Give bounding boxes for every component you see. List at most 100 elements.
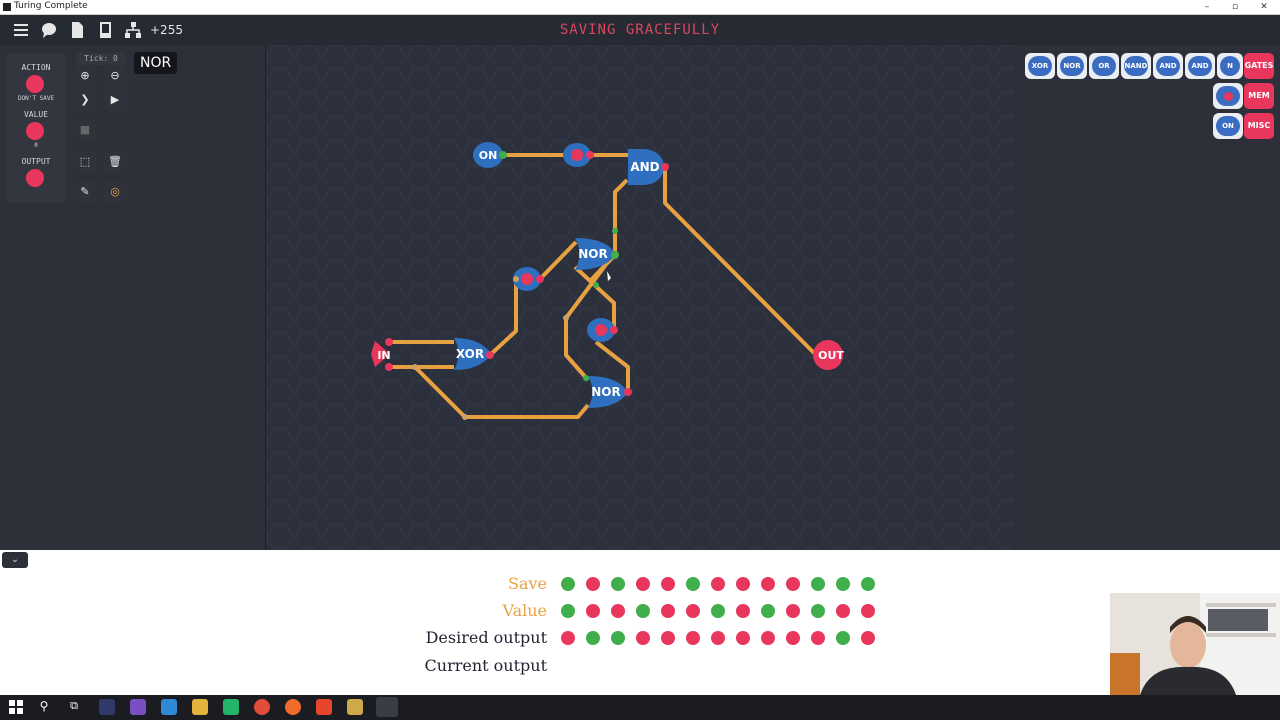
bit-indicator (761, 577, 775, 591)
bit-indicator (611, 604, 625, 618)
component-and[interactable]: AND (1153, 53, 1183, 79)
firefox-icon[interactable] (285, 699, 301, 715)
bit-indicator (761, 631, 775, 645)
component-nor[interactable]: NOR (1057, 53, 1087, 79)
zoom-in-icon[interactable]: ⊕ (74, 65, 96, 87)
component-nand[interactable]: NAND (1121, 53, 1151, 79)
bit-indicator (636, 604, 650, 618)
bit-indicator (561, 631, 575, 645)
webcam-overlay (1110, 593, 1280, 695)
bit-indicator (661, 631, 675, 645)
component-panel: XOR NOR OR NAND AND AND N GATES MEM ON M… (1015, 45, 1280, 550)
play-icon[interactable]: ▶ (104, 89, 126, 111)
circuit-board[interactable]: ON AND NOR XOR NOR IN OUT (266, 45, 1014, 550)
bit-indicator (636, 631, 650, 645)
bit-indicator (611, 631, 625, 645)
select-icon[interactable]: ⬚ (74, 151, 96, 173)
action-indicator (26, 75, 44, 93)
visual-studio-icon[interactable] (130, 699, 146, 715)
bit-indicator (686, 604, 700, 618)
bit-indicator (661, 577, 675, 591)
component-or[interactable]: OR (1089, 53, 1119, 79)
bit-indicator (686, 631, 700, 645)
row-label-save: Save (507, 574, 547, 593)
category-gates[interactable]: GATES (1244, 53, 1274, 79)
top-toolbar: +255 SAVING GRACEFULLY (0, 15, 1280, 45)
taskbar: ⚲ ⧉ (0, 695, 1280, 720)
bit-indicator (811, 577, 825, 591)
window-titlebar: Turing Complete – ▫ ✕ (0, 0, 1280, 15)
value-indicator (26, 122, 44, 140)
trash-icon[interactable]: 🗑 (104, 151, 126, 173)
bit-indicator (711, 604, 725, 618)
search-icon[interactable]: ⚲ (36, 699, 52, 715)
bit-indicator (636, 577, 650, 591)
step-icon[interactable]: ❯ (74, 89, 96, 111)
component-and3[interactable]: AND (1185, 53, 1215, 79)
bit-indicator (611, 577, 625, 591)
tick-counter: Tick: 0 (76, 53, 126, 65)
component-not[interactable]: N (1217, 53, 1243, 79)
chevron-down-icon[interactable]: ⌄ (2, 552, 28, 568)
left-panel: ACTION DON'T SAVE VALUE 0 OUTPUT Tick: 0… (0, 45, 266, 550)
component-on[interactable]: ON (1213, 113, 1243, 139)
action-label: ACTION (21, 63, 51, 72)
file-explorer-icon[interactable] (192, 699, 208, 715)
task-view-icon[interactable]: ⧉ (66, 699, 82, 715)
brave-icon[interactable] (316, 699, 332, 715)
bit-indicator (836, 631, 850, 645)
component-memory[interactable] (1213, 83, 1243, 109)
maximize-icon[interactable]: ▫ (1220, 0, 1250, 14)
bit-indicator (561, 577, 575, 591)
on-label: ON (479, 149, 498, 162)
chrome-icon[interactable] (254, 699, 270, 715)
hover-tooltip: NOR (134, 52, 178, 74)
bit-indicator (661, 604, 675, 618)
row-label-current: Current output (424, 656, 547, 675)
category-misc[interactable]: MISC (1244, 113, 1274, 139)
bit-indicator (786, 631, 800, 645)
zoom-out-icon[interactable]: ⊖ (104, 65, 126, 87)
bit-indicator (561, 604, 575, 618)
bit-indicator (811, 631, 825, 645)
bit-indicator (736, 604, 750, 618)
output-label: OUTPUT (21, 157, 51, 166)
io-box: ACTION DON'T SAVE VALUE 0 OUTPUT (6, 53, 66, 203)
category-mem[interactable]: MEM (1244, 83, 1274, 109)
bit-indicator (686, 577, 700, 591)
component-xor[interactable]: XOR (1025, 53, 1055, 79)
in-label: IN (377, 349, 390, 362)
windows-start-icon[interactable] (8, 699, 24, 715)
value-sub: 0 (34, 142, 38, 149)
bit-indicator (786, 604, 800, 618)
close-icon[interactable]: ✕ (1249, 0, 1279, 14)
out-label: OUT (818, 349, 844, 362)
test-table-panel: ⌄ Save Value Desired output Current outp… (0, 550, 1280, 695)
app-icon-2[interactable] (347, 699, 363, 715)
vscode-icon[interactable] (161, 699, 177, 715)
row-label-value: Value (502, 601, 547, 620)
bit-indicator (586, 577, 600, 591)
turing-complete-taskbar-icon[interactable] (376, 697, 398, 717)
bit-indicator (836, 604, 850, 618)
bit-indicator (836, 577, 850, 591)
bit-indicator (861, 604, 875, 618)
bit-indicator (711, 577, 725, 591)
nor-label: NOR (591, 385, 620, 399)
bit-indicator (736, 577, 750, 591)
circuit-canvas[interactable]: ON AND NOR XOR NOR IN OUT (266, 45, 1014, 550)
minimize-icon[interactable]: – (1192, 0, 1222, 14)
color-wheel-icon[interactable]: ◎ (104, 181, 126, 203)
action-sub: DON'T SAVE (17, 95, 55, 102)
pycharm-icon[interactable] (223, 699, 239, 715)
level-title: SAVING GRACEFULLY (559, 22, 721, 38)
window-title: Turing Complete (14, 1, 88, 11)
bit-indicator (761, 604, 775, 618)
and-label: AND (630, 160, 659, 174)
app-icon-1[interactable] (99, 699, 115, 715)
stop-icon[interactable]: ■ (74, 119, 96, 141)
pencil-icon[interactable]: ✎ (74, 181, 96, 203)
xor-label: XOR (456, 347, 484, 361)
row-label-desired: Desired output (425, 628, 547, 647)
output-indicator (26, 169, 44, 187)
